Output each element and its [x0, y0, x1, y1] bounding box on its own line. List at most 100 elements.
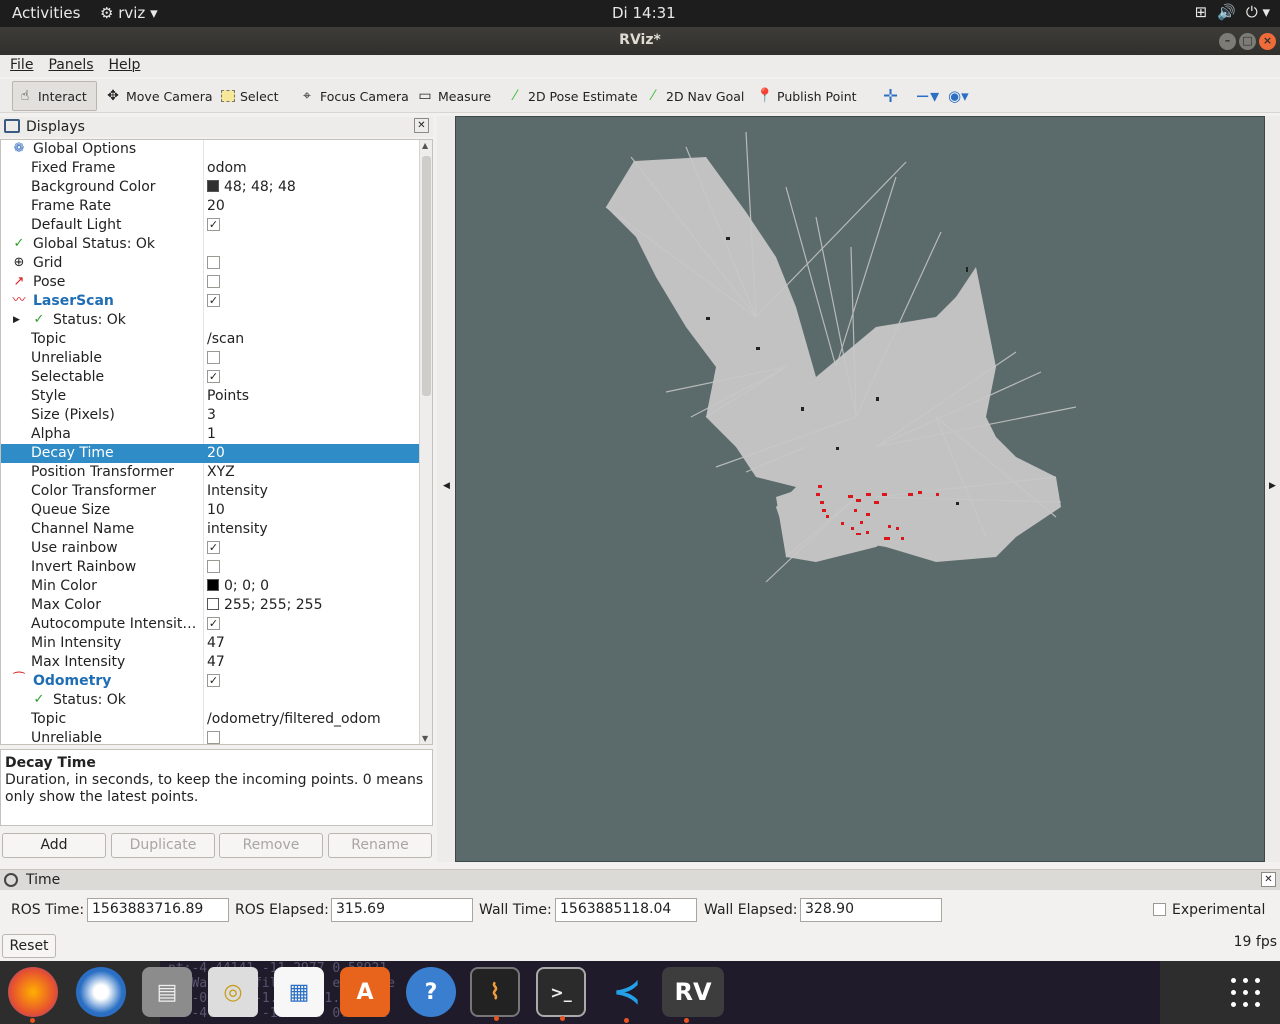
checkbox[interactable]: ✓ [207, 674, 220, 687]
checkbox[interactable]: ✓ [207, 370, 220, 383]
tree-row[interactable]: Color Transformer Intensity [1, 482, 419, 501]
vertical-scrollbar[interactable]: ▲ ▼ [419, 140, 432, 744]
publish-point-tool[interactable]: 📍 Publish Point [752, 81, 861, 111]
row-value[interactable]: 0; 0; 0 [207, 577, 269, 595]
tree-row-global-status[interactable]: ✓ Global Status: Ok [1, 235, 419, 254]
experimental-checkbox[interactable] [1153, 903, 1166, 916]
tree-row[interactable]: Invert Rainbow [1, 558, 419, 577]
tree-row[interactable]: Position Transformer XYZ [1, 463, 419, 482]
tree-row[interactable]: Channel Name intensity [1, 520, 419, 539]
tree-row[interactable]: Topic/scan [1, 330, 419, 349]
tree-row[interactable]: Queue Size 10 [1, 501, 419, 520]
tree-row[interactable]: Alpha 1 [1, 425, 419, 444]
row-value[interactable]: 10 [207, 501, 225, 519]
checkbox[interactable] [207, 351, 220, 364]
tree-row[interactable]: Size (Pixels) 3 [1, 406, 419, 425]
help-icon[interactable]: ? [406, 967, 456, 1017]
show-applications-icon[interactable] [1228, 975, 1264, 1011]
files-icon[interactable]: ▤ [142, 967, 192, 1017]
nav-goal-tool[interactable]: ⁄ 2D Nav Goal [641, 81, 748, 111]
views-button[interactable]: ◉▾ [944, 81, 973, 111]
add-tool-button[interactable]: ✛ [879, 81, 902, 111]
tree-row[interactable]: Background Color 48; 48; 48 [1, 178, 419, 197]
checkbox[interactable] [207, 731, 220, 744]
right-splitter[interactable]: ▶ [1265, 116, 1280, 862]
expand-arrow-icon[interactable]: ▶ [13, 311, 20, 329]
duplicate-button[interactable]: Duplicate [111, 833, 215, 858]
tree-row-laserscan[interactable]: 〰 LaserScan ✓ [1, 292, 419, 311]
checkbox[interactable]: ✓ [207, 541, 220, 554]
clock[interactable]: Di 14:31 [612, 4, 676, 22]
remove-tool-button[interactable]: −▾ [911, 81, 943, 111]
close-panel-button[interactable]: ✕ [414, 118, 429, 133]
close-panel-button[interactable]: ✕ [1261, 872, 1276, 887]
tree-row[interactable]: Fixed Frame odom [1, 159, 419, 178]
checkbox[interactable] [207, 256, 220, 269]
ros-time-field[interactable]: 1563883716.89 [87, 898, 229, 922]
row-value[interactable]: intensity [207, 520, 268, 538]
checkbox[interactable]: ✓ [207, 218, 220, 231]
wall-time-field[interactable]: 1563885118.04 [555, 898, 697, 922]
tree-row[interactable]: Selectable ✓ [1, 368, 419, 387]
left-splitter[interactable]: ◀ [437, 116, 455, 862]
thunderbird-icon[interactable] [76, 967, 126, 1017]
tree-row[interactable]: Use rainbow ✓ [1, 539, 419, 558]
add-button[interactable]: Add [2, 833, 106, 858]
checkbox[interactable] [207, 560, 220, 573]
terminal-icon[interactable]: >_ [536, 967, 586, 1021]
checkbox[interactable] [207, 275, 220, 288]
tree-row[interactable]: Frame Rate 20 [1, 197, 419, 216]
tree-row-pose[interactable]: ↗ Pose [1, 273, 419, 292]
system-monitor-icon[interactable]: ⌇ [470, 967, 520, 1021]
row-value[interactable]: 47 [207, 653, 225, 671]
collapse-left-icon[interactable]: ◀ [443, 481, 450, 491]
row-value[interactable]: 48; 48; 48 [207, 178, 296, 196]
tree-row[interactable]: Unreliable [1, 729, 419, 744]
select-tool[interactable]: Select [217, 81, 283, 111]
reset-button[interactable]: Reset [2, 934, 56, 958]
wall-elapsed-field[interactable]: 328.90 [800, 898, 942, 922]
tree-row-global-options[interactable]: ❁ Global Options [1, 140, 419, 159]
row-value[interactable]: Points [207, 387, 249, 405]
tree-row[interactable]: Min Intensity 47 [1, 634, 419, 653]
scroll-up-icon[interactable]: ▲ [422, 141, 428, 150]
minimize-button[interactable]: – [1219, 33, 1236, 50]
ros-elapsed-field[interactable]: 315.69 [331, 898, 473, 922]
remove-button[interactable]: Remove [219, 833, 323, 858]
row-value[interactable]: 3 [207, 406, 216, 424]
row-value[interactable]: 20 [207, 444, 225, 462]
tree-row-status[interactable]: ✓ Status: Ok [1, 691, 419, 710]
tree-row-status[interactable]: ▶ ✓ Status: Ok [1, 311, 419, 330]
close-button[interactable]: × [1259, 33, 1276, 50]
row-value[interactable]: 255; 255; 255 [207, 596, 323, 614]
pose-estimate-tool[interactable]: ⁄ 2D Pose Estimate [503, 81, 642, 111]
displays-tree[interactable]: ❁ Global Options Fixed Frame odom Backgrou… [0, 139, 433, 745]
tree-row[interactable]: Topic/odometry/filtered_odom [1, 710, 419, 729]
tree-row-odometry[interactable]: ⁀ Odometry ✓ [1, 672, 419, 691]
activities-button[interactable]: Activities [12, 4, 80, 22]
row-value[interactable]: odom [207, 159, 247, 177]
interact-tool[interactable]: ☝ Interact [12, 81, 97, 111]
tree-row[interactable]: Autocompute Intensit… ✓ [1, 615, 419, 634]
row-value[interactable]: 20 [207, 197, 225, 215]
tree-row-selected[interactable]: Decay Time 20 [1, 444, 419, 463]
tree-row[interactable]: Style Points [1, 387, 419, 406]
row-value[interactable]: Intensity [207, 482, 268, 500]
rename-button[interactable]: Rename [328, 833, 432, 858]
scroll-down-icon[interactable]: ▼ [422, 734, 428, 743]
focus-camera-tool[interactable]: ⌖ Focus Camera [295, 81, 413, 111]
row-value[interactable]: /scan [207, 330, 244, 348]
row-value[interactable]: 47 [207, 634, 225, 652]
tree-row-grid[interactable]: ⊕ Grid [1, 254, 419, 273]
row-value[interactable]: /odometry/filtered_odom [207, 710, 381, 728]
system-tray[interactable]: ⊞ 🔊 ⏻ ▾ [1195, 3, 1270, 21]
tree-row[interactable]: Min Color 0; 0; 0 [1, 577, 419, 596]
tree-row[interactable]: Default Light ✓ [1, 216, 419, 235]
writer-icon[interactable]: ▦ [274, 967, 324, 1017]
checkbox[interactable]: ✓ [207, 294, 220, 307]
tree-row[interactable]: Unreliable [1, 349, 419, 368]
maximize-button[interactable]: □ [1239, 33, 1256, 50]
render-view[interactable] [455, 116, 1265, 862]
window-title-bar[interactable]: RViz* – □ × [0, 27, 1280, 55]
menu-file[interactable]: File [10, 57, 33, 77]
